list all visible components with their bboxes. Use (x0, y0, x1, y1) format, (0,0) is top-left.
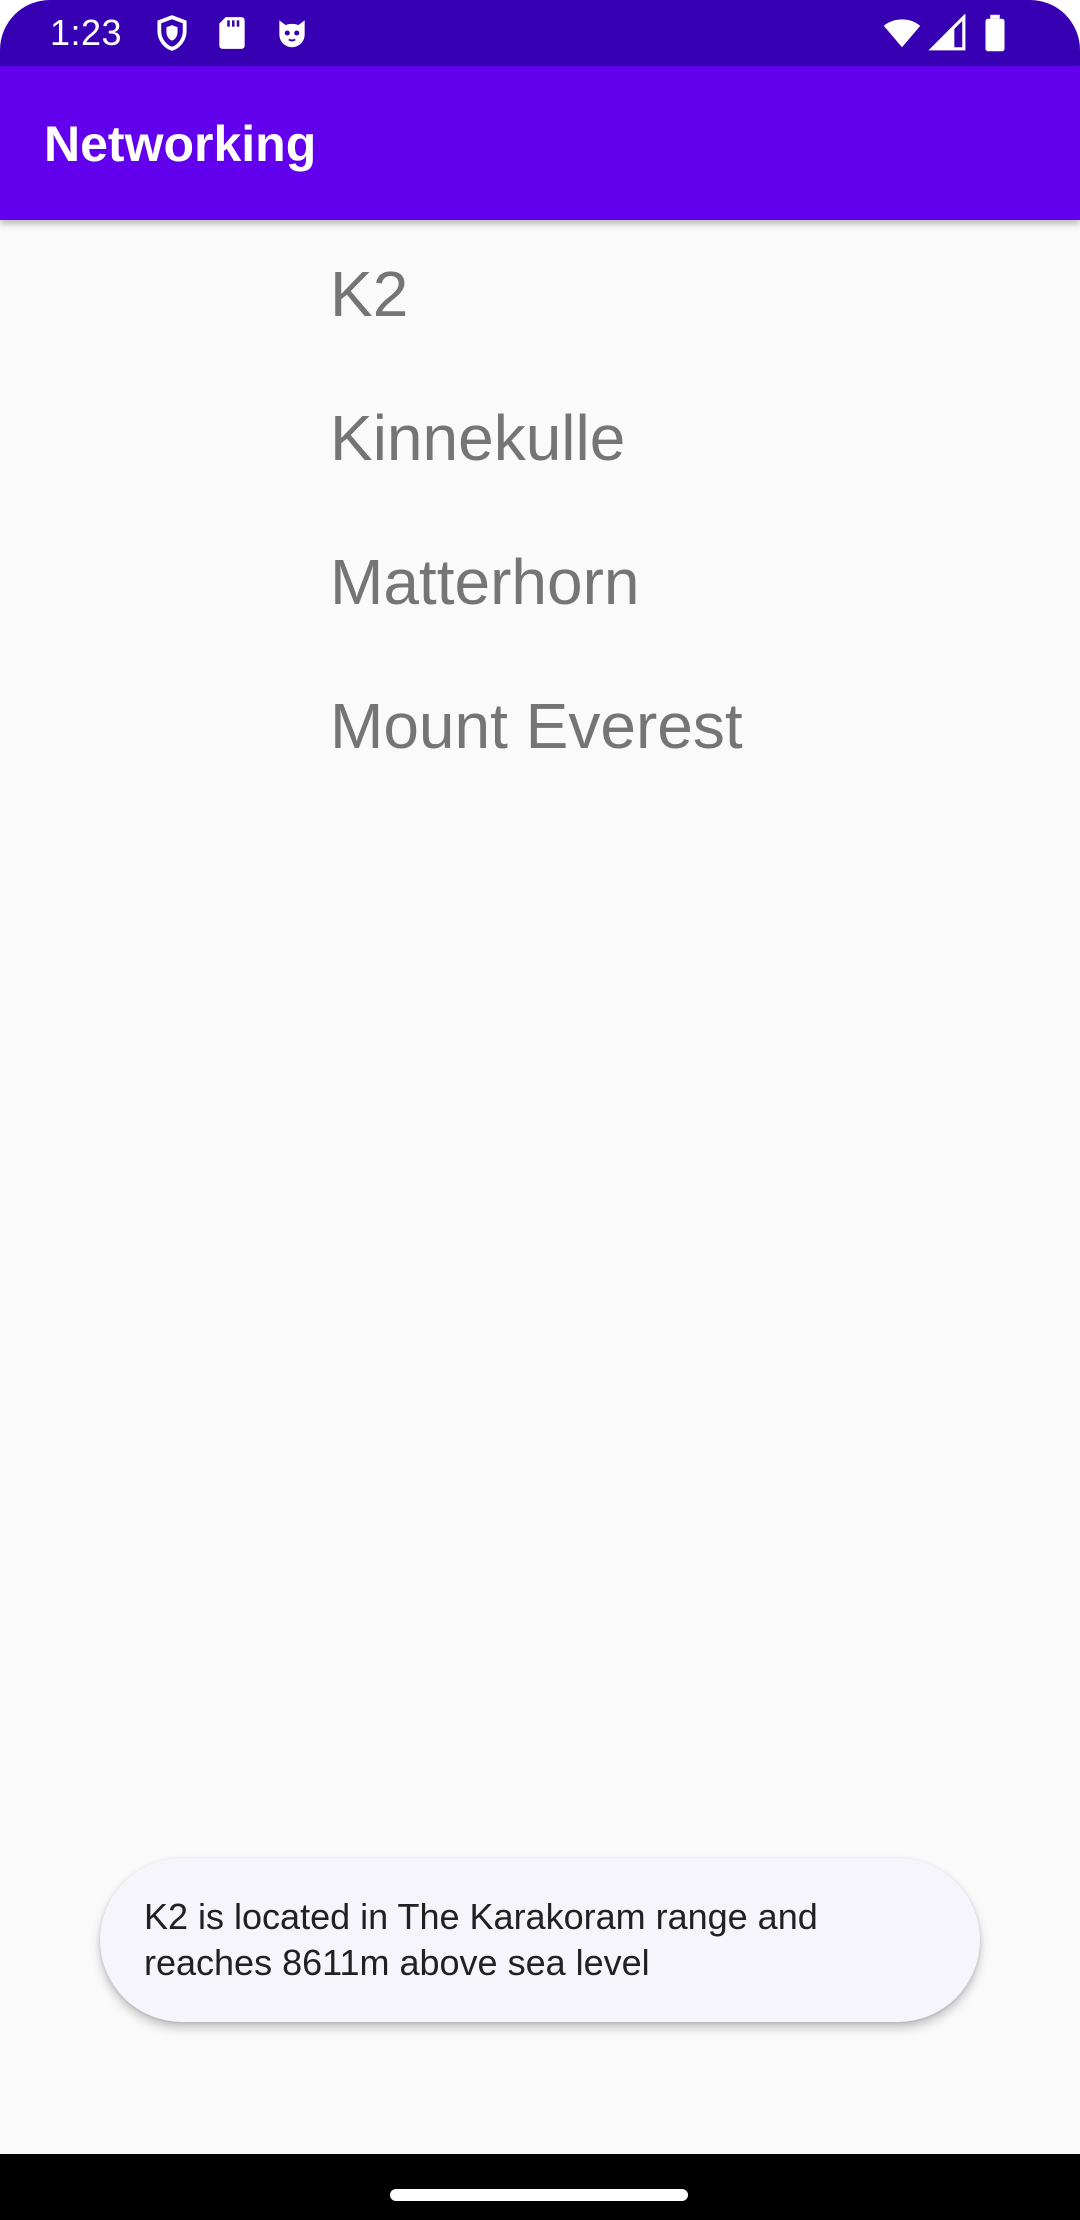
app-screen: 1:23 Networking K2 Kinnekulle Matterhorn… (0, 0, 1080, 2220)
signal-icon (928, 14, 968, 52)
toast: K2 is located in The Karakoram range and… (100, 1858, 980, 2022)
cat-face-icon (272, 14, 312, 52)
status-bar: 1:23 (0, 0, 1080, 66)
sd-card-icon (212, 14, 252, 52)
toast-message: K2 is located in The Karakoram range and… (144, 1896, 818, 1983)
wifi-icon (880, 14, 924, 52)
list-item[interactable]: K2 (0, 220, 1080, 364)
app-title: Networking (44, 116, 317, 172)
shield-icon (152, 14, 192, 52)
list-item-label: K2 (330, 258, 409, 330)
mountain-list: K2 Kinnekulle Matterhorn Mount Everest (0, 220, 1080, 796)
list-item-label: Matterhorn (330, 546, 640, 618)
home-gesture-handle[interactable] (390, 2189, 688, 2201)
navigation-bar (0, 2154, 1080, 2220)
list-item[interactable]: Kinnekulle (0, 364, 1080, 508)
battery-icon (980, 14, 1010, 52)
list-item[interactable]: Matterhorn (0, 508, 1080, 652)
status-time: 1:23 (50, 12, 123, 53)
list-item-label: Kinnekulle (330, 402, 626, 474)
list-item-label: Mount Everest (330, 690, 743, 762)
list-item[interactable]: Mount Everest (0, 652, 1080, 796)
app-bar: Networking (0, 66, 1080, 220)
